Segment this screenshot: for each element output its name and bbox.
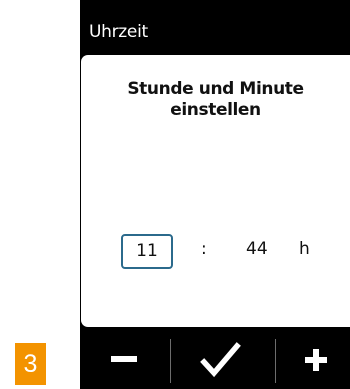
button-bar [80, 333, 350, 389]
check-icon [200, 342, 241, 378]
minus-icon [111, 356, 137, 362]
instruction-text: Stunde und Minute einstellen [127, 79, 304, 120]
hour-field[interactable]: 11 [121, 234, 173, 269]
confirm-button[interactable] [170, 333, 275, 389]
step-number-badge: 3 [15, 343, 46, 385]
time-unit-label: h [299, 239, 310, 259]
increase-button[interactable] [275, 333, 350, 389]
time-input-row: 11 : 44 h [81, 230, 350, 274]
time-separator: : [201, 239, 207, 259]
screen-title: Uhrzeit [89, 22, 148, 42]
thermostat-display: Uhrzeit Stunde und Minute einstellen 11 … [80, 0, 350, 389]
minute-field[interactable]: 44 [246, 234, 268, 264]
decrease-button[interactable] [80, 333, 170, 389]
plus-icon [305, 349, 327, 371]
time-setting-panel: Stunde und Minute einstellen 11 : 44 h [81, 55, 350, 327]
title-bar: Uhrzeit [80, 0, 350, 52]
